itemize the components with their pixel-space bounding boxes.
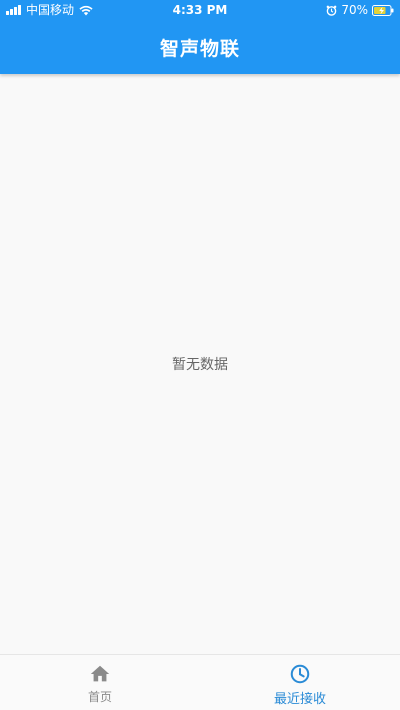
status-right: 70% [326, 0, 394, 20]
home-icon [90, 665, 110, 682]
clock-icon [290, 664, 310, 684]
empty-state-message: 暂无数据 [172, 357, 228, 373]
battery-percent: 70% [341, 3, 368, 17]
bottom-navigation: 首页 最近接收 [0, 654, 400, 710]
nav-item-recent[interactable]: 最近接收 [200, 655, 400, 710]
status-bar: 中国移动 4:33 PM 70% [0, 0, 400, 20]
page-title: 智声物联 [159, 38, 240, 60]
content-area: 暂无数据 [0, 74, 400, 654]
nav-label-home: 首页 [87, 690, 112, 704]
app-bar: 中国移动 4:33 PM 70% 智声物联 [0, 0, 400, 74]
battery-charging-icon [372, 4, 394, 16]
nav-item-home[interactable]: 首页 [0, 655, 200, 710]
nav-label-recent: 最近接收 [273, 692, 326, 707]
alarm-icon [326, 5, 337, 16]
app-screen: 中国移动 4:33 PM 70% 智声物联 暂无数据 首页 最近接收 [0, 0, 400, 710]
